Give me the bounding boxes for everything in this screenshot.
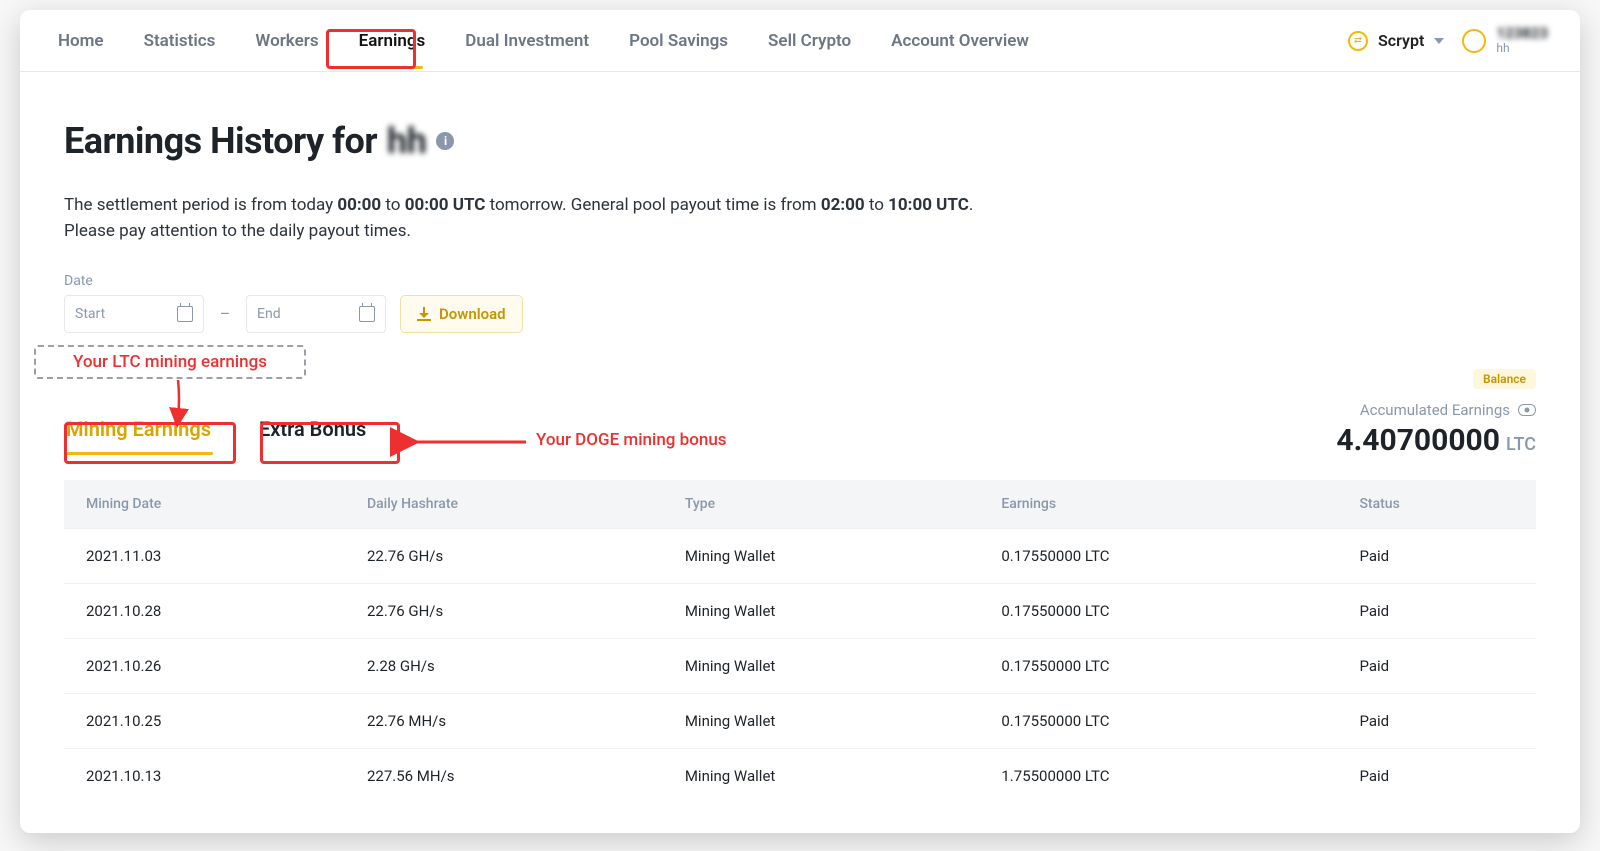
table-cell-status: Paid (1337, 528, 1536, 583)
table-header: Daily Hashrate (345, 480, 663, 529)
table-cell-earn: 1.75500000 LTC (979, 748, 1337, 803)
table-cell-status: Paid (1337, 693, 1536, 748)
table-header: Type (663, 480, 980, 529)
avatar-icon (1462, 29, 1486, 53)
calendar-icon (359, 306, 375, 322)
table-cell-hash: 22.76 GH/s (345, 528, 663, 583)
earnings-table: Mining DateDaily HashrateTypeEarningsSta… (64, 480, 1536, 803)
accumulated-earnings-label: Accumulated Earnings (1336, 401, 1536, 419)
user-menu[interactable]: 123823 hh (1462, 26, 1548, 54)
table-row: 2021.11.0322.76 GH/sMining Wallet0.17550… (64, 528, 1536, 583)
user-id: 123823 (1496, 26, 1548, 42)
balance-badge[interactable]: Balance (1473, 369, 1536, 389)
table-cell-earn: 0.17550000 LTC (979, 583, 1337, 638)
swap-icon (1348, 31, 1368, 51)
settlement-note: The settlement period is from today 00:0… (64, 192, 1536, 245)
table-cell-type: Mining Wallet (663, 638, 980, 693)
page-title: Earnings History for hh i (64, 120, 1536, 162)
date-start-input[interactable]: Start (64, 295, 204, 333)
table-cell-type: Mining Wallet (663, 748, 980, 803)
user-name: hh (1496, 42, 1548, 55)
info-icon[interactable]: i (436, 132, 454, 150)
download-button[interactable]: Download (400, 295, 523, 333)
table-row: 2021.10.13227.56 MH/sMining Wallet1.7550… (64, 748, 1536, 803)
table-cell-earn: 0.17550000 LTC (979, 528, 1337, 583)
table-header: Earnings (979, 480, 1337, 529)
table-cell-date: 2021.10.25 (64, 693, 345, 748)
nav-item-dual-investment[interactable]: Dual Investment (459, 13, 595, 69)
table-cell-type: Mining Wallet (663, 693, 980, 748)
table-cell-date: 2021.11.03 (64, 528, 345, 583)
table-cell-type: Mining Wallet (663, 528, 980, 583)
nav-item-statistics[interactable]: Statistics (138, 13, 222, 69)
date-label: Date (64, 273, 1536, 289)
table-row: 2021.10.262.28 GH/sMining Wallet0.175500… (64, 638, 1536, 693)
tab-mining-earnings[interactable]: Mining Earnings (64, 407, 213, 451)
nav-item-sell-crypto[interactable]: Sell Crypto (762, 13, 857, 69)
nav-item-workers[interactable]: Workers (249, 13, 324, 69)
table-cell-type: Mining Wallet (663, 583, 980, 638)
table-cell-date: 2021.10.26 (64, 638, 345, 693)
accumulated-earnings-value: 4.40700000LTC (1336, 423, 1536, 458)
nav-item-earnings[interactable]: Earnings (353, 13, 432, 69)
nav-item-home[interactable]: Home (52, 13, 110, 69)
table-cell-hash: 22.76 GH/s (345, 583, 663, 638)
table-row: 2021.10.2522.76 MH/sMining Wallet0.17550… (64, 693, 1536, 748)
table-cell-hash: 2.28 GH/s (345, 638, 663, 693)
nav-item-pool-savings[interactable]: Pool Savings (623, 13, 734, 69)
chevron-down-icon (1434, 38, 1444, 44)
top-nav: Home Statistics Workers Earnings Dual Invest… (20, 10, 1580, 72)
table-cell-hash: 22.76 MH/s (345, 693, 663, 748)
table-cell-hash: 227.56 MH/s (345, 748, 663, 803)
table-header: Status (1337, 480, 1536, 529)
tab-extra-bonus[interactable]: Extra Bonus (257, 407, 368, 451)
date-end-input[interactable]: End (246, 295, 386, 333)
table-cell-earn: 0.17550000 LTC (979, 693, 1337, 748)
download-icon (417, 307, 431, 321)
eye-icon[interactable] (1518, 404, 1536, 416)
table-cell-earn: 0.17550000 LTC (979, 638, 1337, 693)
algo-selector[interactable]: Scrypt (1348, 31, 1444, 51)
table-cell-date: 2021.10.28 (64, 583, 345, 638)
algo-name: Scrypt (1378, 31, 1424, 50)
table-cell-status: Paid (1337, 583, 1536, 638)
table-cell-status: Paid (1337, 638, 1536, 693)
title-username: hh (387, 120, 426, 162)
nav-item-account-overview[interactable]: Account Overview (885, 13, 1035, 69)
table-cell-status: Paid (1337, 748, 1536, 803)
table-cell-date: 2021.10.13 (64, 748, 345, 803)
calendar-icon (177, 306, 193, 322)
date-range-dash: – (218, 304, 232, 323)
table-header: Mining Date (64, 480, 345, 529)
table-row: 2021.10.2822.76 GH/sMining Wallet0.17550… (64, 583, 1536, 638)
